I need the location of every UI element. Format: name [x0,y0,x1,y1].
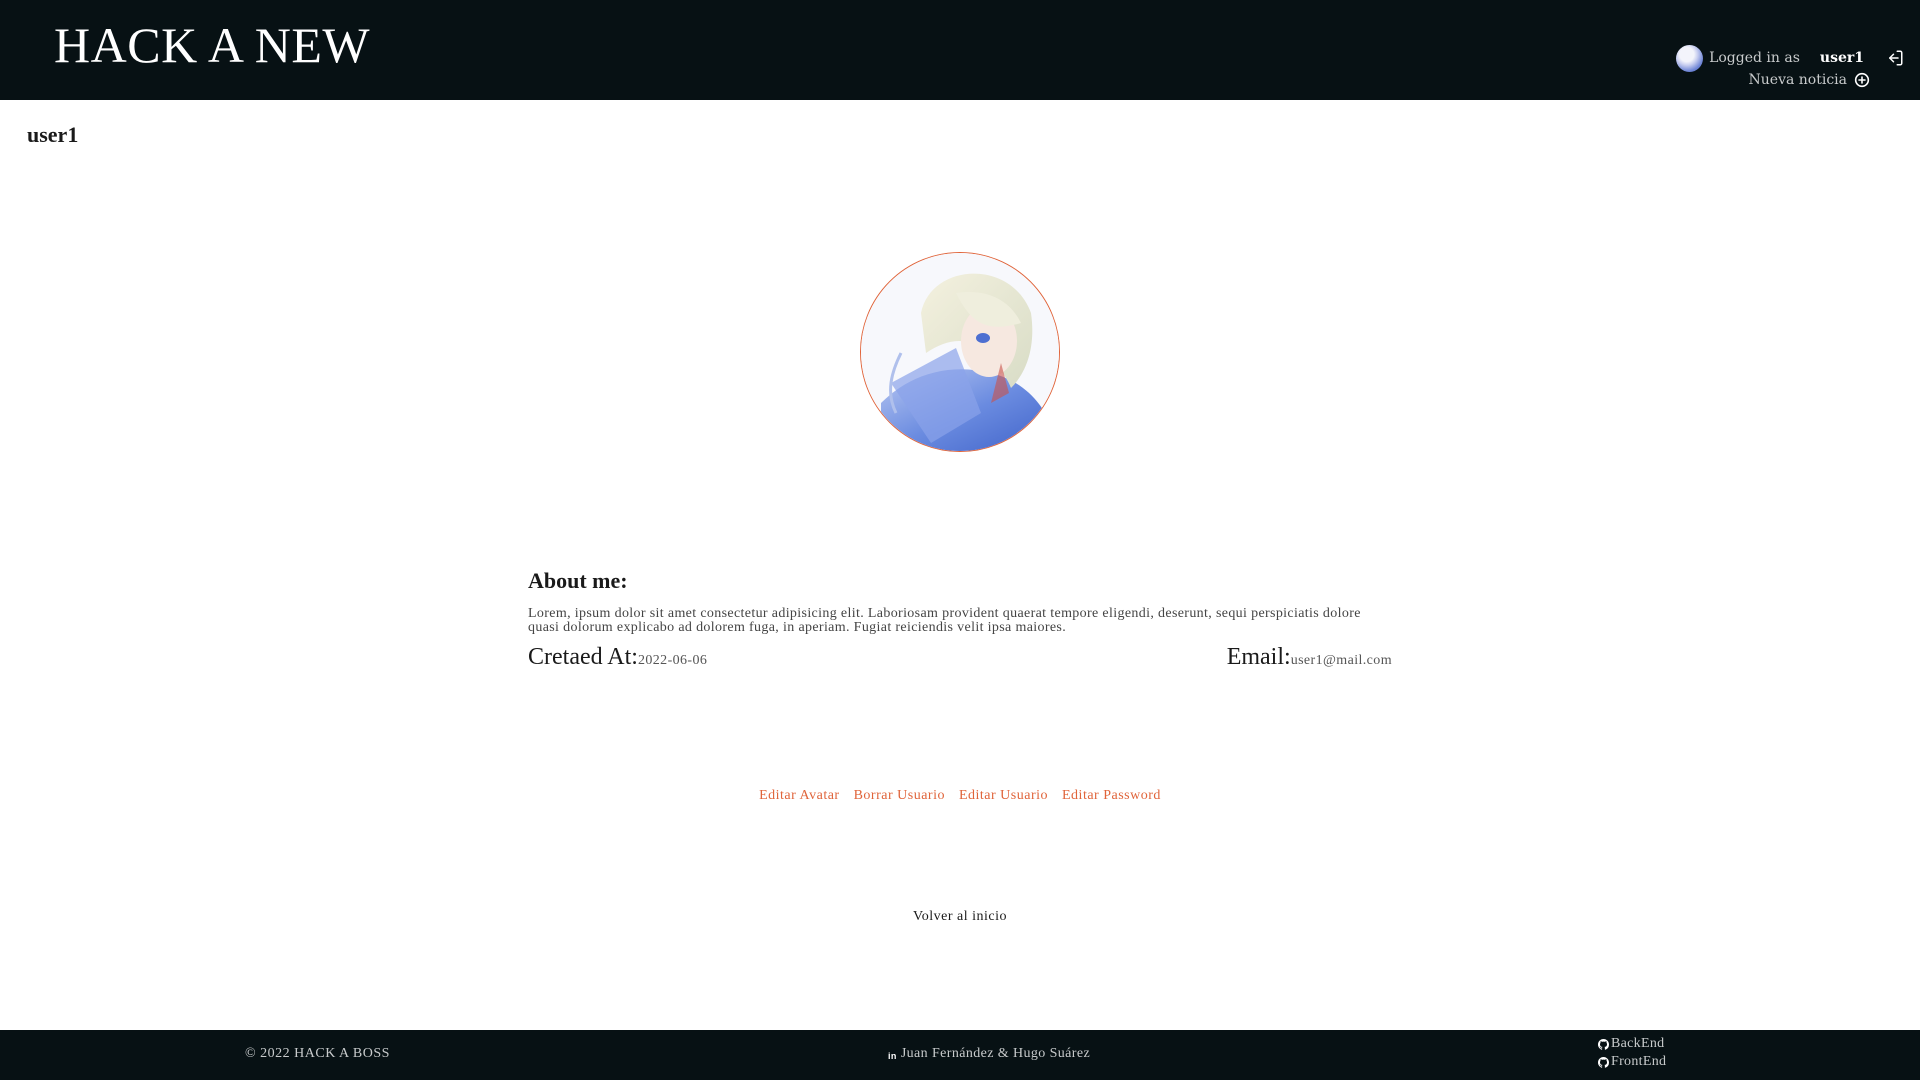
edit-avatar-link[interactable]: Editar Avatar [759,788,840,804]
profile-avatar [860,252,1060,452]
brand-logo-link[interactable]: HACK A NEW [54,16,370,74]
avatar[interactable] [1676,44,1704,72]
avatar-illustration [861,253,1059,451]
footer: © 2022 HACK A BOSS in Juan Fernández & H… [0,1030,1920,1080]
about-title: About me: [528,568,628,593]
page: HACK A NEW Logged in as user1 Nueva noti… [0,0,1920,1080]
backend-repo-label: BackEnd [1611,1036,1665,1051]
login-status: Logged in as user1 [1676,44,1904,72]
profile-actions: Editar Avatar Borrar Usuario Editar Usua… [0,788,1920,804]
frontend-repo-link[interactable]: FrontEnd [1598,1053,1666,1071]
created-at-label: Cretaed At: [528,644,638,670]
new-news-link[interactable]: Nueva noticia [1749,72,1870,88]
backend-repo-link[interactable]: BackEnd [1598,1035,1666,1053]
plus-circle-icon [1854,72,1870,88]
github-icon [1598,1056,1609,1068]
created-at-field: Cretaed At: 2022-06-06 [528,644,707,671]
authors-text: Juan Fernández & Hugo Suárez [900,1046,1091,1061]
logout-icon[interactable] [1886,49,1904,67]
email-field: Email: user1@mail.com [1227,644,1392,671]
delete-user-link[interactable]: Borrar Usuario [854,788,945,804]
logged-in-username[interactable]: user1 [1820,50,1864,66]
edit-user-link[interactable]: Editar Usuario [959,788,1048,804]
authors-link[interactable]: in Juan Fernández & Hugo Suárez [888,1046,1090,1062]
profile-username: user1 [27,122,79,147]
copyright-text: © 2022 HACK A BOSS [245,1046,390,1061]
edit-password-link[interactable]: Editar Password [1062,788,1161,804]
back-home-link[interactable]: Volver al inicio [913,909,1007,924]
email-label: Email: [1226,644,1291,670]
github-icon [1598,1038,1609,1050]
new-news-label: Nueva noticia [1748,72,1847,88]
repo-links: BackEnd FrontEnd [1598,1035,1666,1071]
email-value: user1@mail.com [1290,653,1392,668]
back-home-row: Volver al inicio [0,909,1920,925]
top-bar: HACK A NEW Logged in as user1 Nueva noti… [0,0,1920,100]
frontend-repo-label: FrontEnd [1611,1054,1667,1069]
linkedin-icon: in [888,1050,897,1061]
created-at-value: 2022-06-06 [637,653,708,668]
logged-in-label: Logged in as [1709,50,1800,66]
about-text: Lorem, ipsum dolor sit amet consectetur … [528,606,1361,635]
